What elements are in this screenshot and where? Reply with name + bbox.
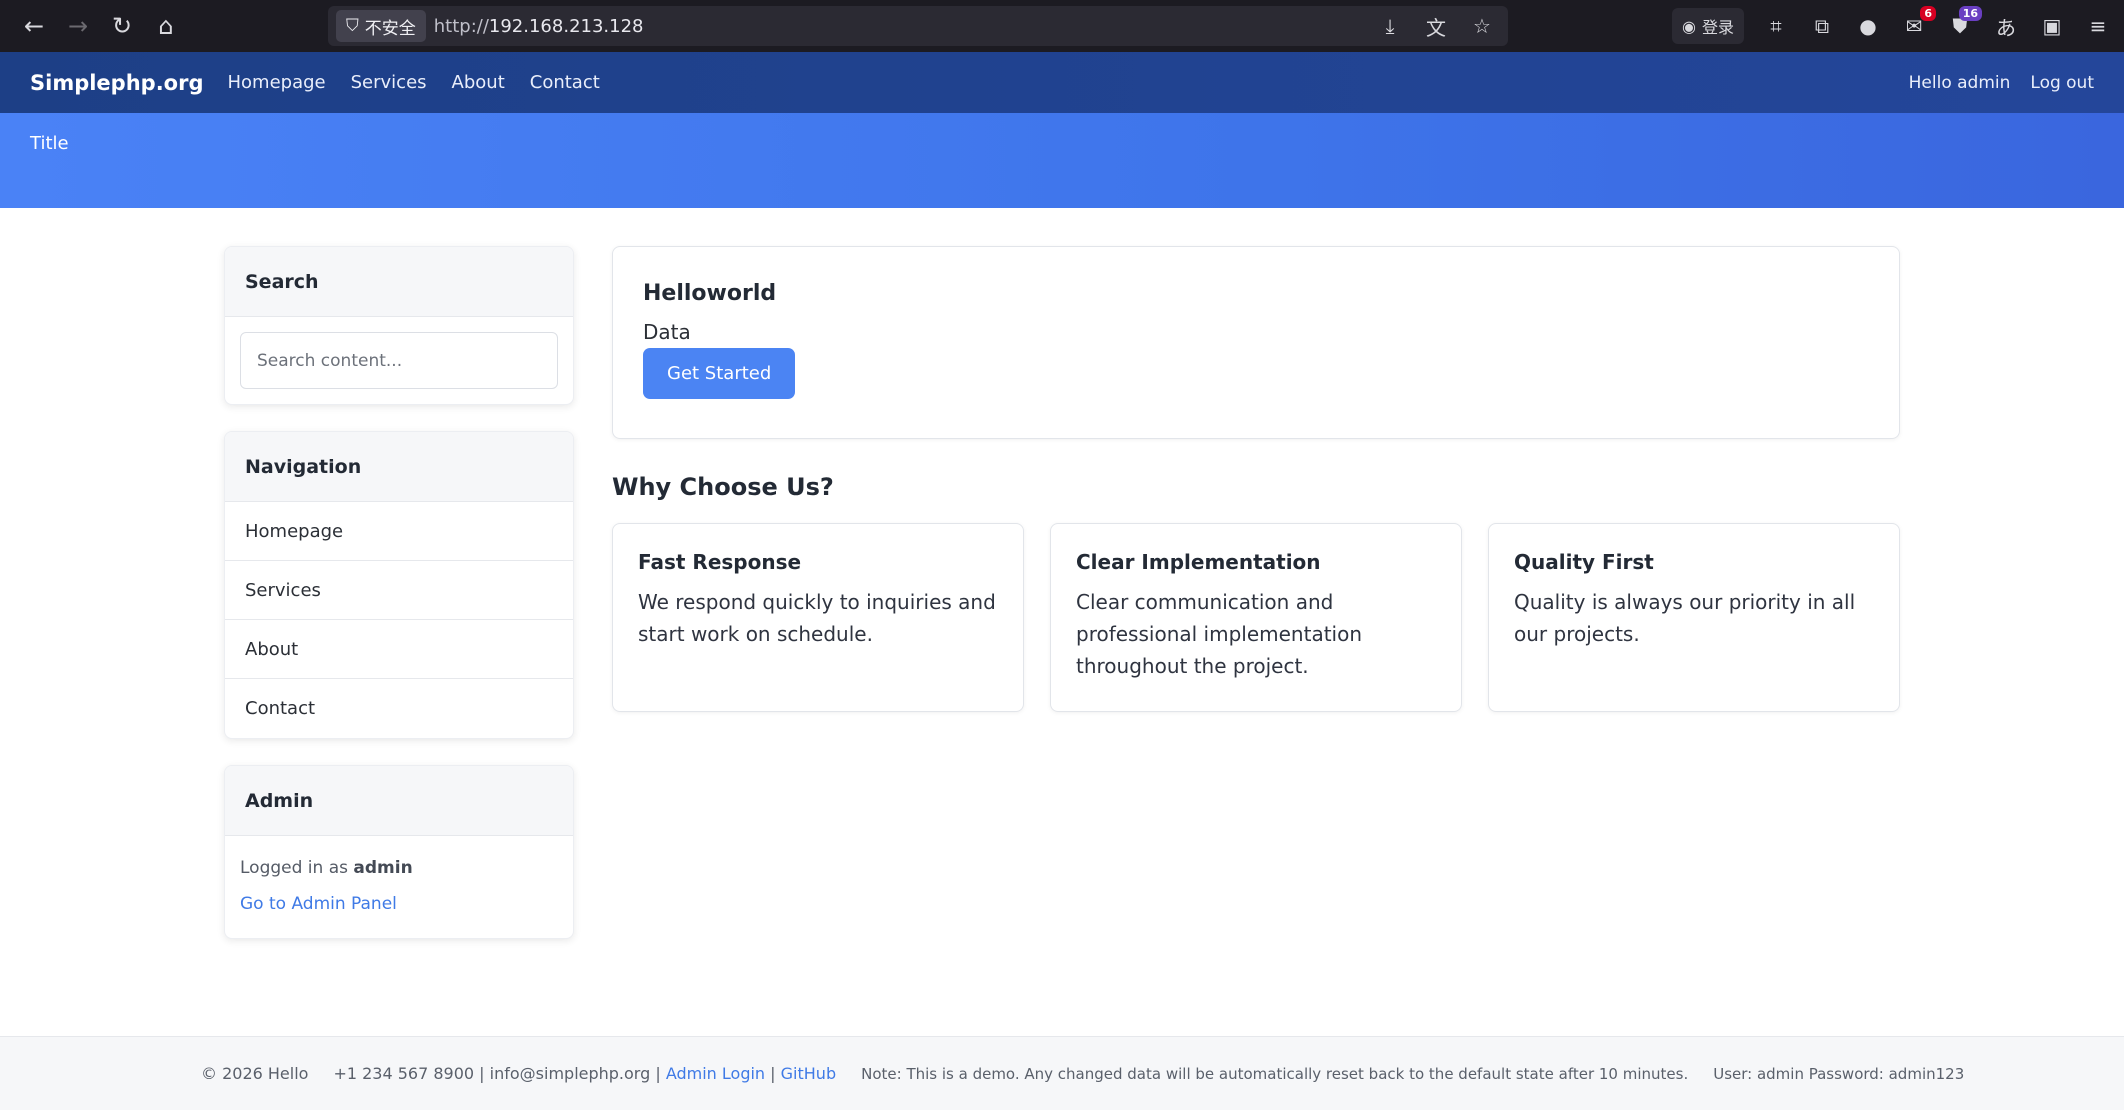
translate-icon[interactable]: 文 xyxy=(1422,12,1450,40)
sidebar-item-about[interactable]: About xyxy=(225,620,573,679)
feature-text: Clear communication and professional imp… xyxy=(1076,590,1363,678)
brand-logo[interactable]: Simplephp.org xyxy=(30,71,204,95)
address-bar[interactable]: ⛉ 不安全 http://192.168.213.128 ⤓ 文 ☆ xyxy=(328,6,1508,46)
footer-credentials: User: admin Password: admin123 xyxy=(1713,1064,1965,1083)
back-icon[interactable]: ← xyxy=(12,4,56,48)
feature-text: Quality is always our priority in all ou… xyxy=(1514,590,1856,646)
logged-in-status: Logged in as admin xyxy=(240,850,558,886)
feature-text: We respond quickly to inquiries and star… xyxy=(638,590,996,646)
feature-title: Clear Implementation xyxy=(1076,550,1321,574)
search-input[interactable] xyxy=(240,332,558,389)
account-icon: ◉ xyxy=(1682,16,1696,36)
search-card-title: Search xyxy=(225,247,573,317)
hello-title: Helloworld xyxy=(643,281,777,306)
hello-data: Data xyxy=(643,320,691,344)
security-indicator[interactable]: ⛉ 不安全 xyxy=(336,10,426,42)
nav-link-contact[interactable]: Contact xyxy=(530,72,600,93)
logged-in-username: admin xyxy=(353,858,413,878)
bookmark-star-icon[interactable]: ☆ xyxy=(1468,12,1496,40)
main-content: Helloworld Data Get Started Why Choose U… xyxy=(612,246,1900,712)
feature-card: Quality First Quality is always our prio… xyxy=(1488,523,1900,712)
login-label: 登录 xyxy=(1701,18,1734,37)
site-navbar: Simplephp.org Homepage Services About Co… xyxy=(0,52,2124,113)
footer-admin-login-link[interactable]: Admin Login xyxy=(666,1064,765,1083)
browser-toolbar: ← → ↻ ⌂ ⛉ 不安全 http://192.168.213.128 ⤓ 文… xyxy=(0,0,2124,52)
sidebar: Search Navigation Homepage Services Abou… xyxy=(224,246,574,965)
user-greeting[interactable]: Hello admin xyxy=(1909,73,2011,93)
mail-badge: 6 xyxy=(1920,6,1936,21)
logout-link[interactable]: Log out xyxy=(2030,73,2094,93)
search-card: Search xyxy=(224,246,574,405)
nav-link-homepage[interactable]: Homepage xyxy=(228,72,326,93)
translate-extension-icon[interactable]: あ xyxy=(1992,12,2020,40)
features-row: Fast Response We respond quickly to inqu… xyxy=(612,523,1900,712)
nav-link-about[interactable]: About xyxy=(452,72,505,93)
hello-card: Helloworld Data Get Started xyxy=(612,246,1900,439)
reload-icon[interactable]: ↻ xyxy=(100,4,144,48)
admin-card: Admin Logged in as admin Go to Admin Pan… xyxy=(224,765,574,939)
logged-in-prefix: Logged in as xyxy=(240,858,348,878)
navigation-card-title: Navigation xyxy=(225,432,573,502)
footer-github-link[interactable]: GitHub xyxy=(781,1064,836,1083)
feature-card: Fast Response We respond quickly to inqu… xyxy=(612,523,1024,712)
hero-banner: Title xyxy=(0,113,2124,208)
extensions-icon[interactable]: ⧉ xyxy=(1808,12,1836,40)
sidebar-toggle-icon[interactable]: ▣ xyxy=(2038,12,2066,40)
admin-card-title: Admin xyxy=(225,766,573,836)
url-text[interactable]: http://192.168.213.128 xyxy=(434,16,644,37)
url-scheme: http:// xyxy=(433,15,489,37)
mail-extension-icon[interactable]: ✉ 6 xyxy=(1900,6,1936,40)
download-page-icon[interactable]: ⤓ xyxy=(1376,12,1404,40)
footer-demo-note: Note: This is a demo. Any changed data w… xyxy=(861,1064,1689,1083)
extension-badge: 16 xyxy=(1958,6,1982,21)
footer-separator: | xyxy=(770,1064,776,1083)
shield-icon: ⛉ xyxy=(346,16,359,36)
sidebar-item-services[interactable]: Services xyxy=(225,561,573,620)
feature-title: Quality First xyxy=(1514,550,1654,574)
footer-contact: +1 234 567 8900 | info@simplephp.org | xyxy=(333,1064,661,1083)
home-icon[interactable]: ⌂ xyxy=(144,4,188,48)
feature-title: Fast Response xyxy=(638,550,802,574)
url-host: 192.168.213.128 xyxy=(488,15,644,37)
nav-link-services[interactable]: Services xyxy=(351,72,427,93)
sidebar-item-homepage[interactable]: Homepage xyxy=(225,502,573,561)
navigation-card: Navigation Homepage Services About Conta… xyxy=(224,431,574,739)
get-started-button[interactable]: Get Started xyxy=(643,348,796,399)
record-icon[interactable]: ● xyxy=(1854,12,1882,40)
why-choose-us-heading: Why Choose Us? xyxy=(612,473,834,501)
footer-copyright: © 2026 Hello xyxy=(201,1064,309,1083)
hero-title: Title xyxy=(30,133,69,154)
crop-screenshot-icon[interactable]: ⌗ xyxy=(1762,12,1790,40)
menu-icon[interactable]: ≡ xyxy=(2084,12,2112,40)
site-footer: © 2026 Hello +1 234 567 8900 | info@simp… xyxy=(0,1036,2124,1110)
security-label: 不安全 xyxy=(364,18,416,39)
feature-card: Clear Implementation Clear communication… xyxy=(1050,523,1462,712)
account-login-button[interactable]: ◉ 登录 xyxy=(1672,8,1744,44)
sidebar-item-contact[interactable]: Contact xyxy=(225,679,573,738)
forward-icon[interactable]: → xyxy=(56,4,100,48)
shield-extension-icon[interactable]: ⛊ 16 xyxy=(1946,6,1982,40)
admin-panel-link[interactable]: Go to Admin Panel xyxy=(240,886,558,922)
